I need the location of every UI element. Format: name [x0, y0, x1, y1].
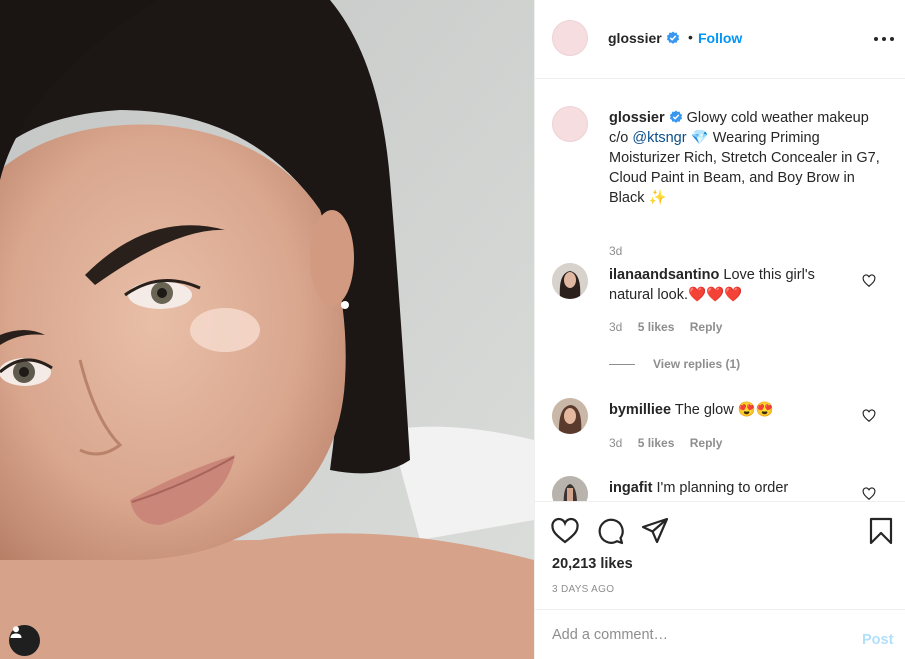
portrait-image: [0, 0, 534, 659]
avatar[interactable]: [552, 263, 588, 299]
comment-text: ingafit I'm planning to order: [609, 478, 849, 498]
post-header: glossier • Follow: [535, 0, 905, 79]
comment-likes[interactable]: 5 likes: [638, 320, 675, 334]
heart-icon[interactable]: [862, 487, 876, 501]
bookmark-icon[interactable]: [866, 516, 896, 546]
post-actions: 20,213 likes 3 DAYS AGO: [535, 501, 905, 609]
more-dot: [882, 37, 886, 41]
caption-text: glossier Glowy cold weather makeup c/o @…: [609, 108, 884, 208]
comment-meta: 3d 5 likes Reply: [609, 436, 734, 450]
comments-scroll[interactable]: glossier Glowy cold weather makeup c/o @…: [535, 80, 905, 501]
verified-badge-icon: [669, 110, 682, 123]
view-replies-label: View replies (1): [653, 357, 741, 371]
heart-icon[interactable]: [550, 516, 580, 546]
caption-username[interactable]: glossier: [609, 110, 665, 126]
hearts-emoji: ❤️❤️❤️: [688, 287, 743, 303]
post-sidebar: glossier • Follow glossier Glowy cold we…: [534, 0, 905, 659]
separator-dot: •: [688, 29, 693, 45]
comment-time[interactable]: 3d: [609, 436, 622, 450]
post-time-ago[interactable]: 3 DAYS AGO: [552, 584, 614, 595]
more-options-icon[interactable]: [874, 30, 894, 48]
reply-button[interactable]: Reply: [690, 436, 723, 450]
more-dot: [874, 37, 878, 41]
comment-username[interactable]: bymilliee: [609, 402, 671, 418]
header-username[interactable]: glossier: [608, 30, 680, 46]
comment-username[interactable]: ilanaandsantino: [609, 267, 719, 283]
verified-badge-icon: [666, 31, 679, 44]
likes-count[interactable]: 20,213 likes: [552, 556, 633, 572]
avatar[interactable]: [552, 476, 588, 501]
comment-icon[interactable]: [595, 516, 625, 546]
heart-icon[interactable]: [862, 409, 876, 423]
more-dot: [890, 37, 894, 41]
comment-body: I'm planning to order: [656, 480, 789, 496]
view-replies-button[interactable]: View replies (1): [609, 357, 740, 371]
comment-meta: 3d 5 likes Reply: [609, 320, 734, 334]
gem-emoji: 💎: [690, 130, 709, 146]
user-tag-icon[interactable]: [9, 625, 40, 656]
comment-input[interactable]: [552, 622, 842, 648]
comment-text: bymilliee The glow 😍😍: [609, 400, 849, 420]
avatar[interactable]: [552, 20, 588, 56]
comment-username[interactable]: ingafit: [609, 480, 653, 496]
comment-text: ilanaandsantino Love this girl's natural…: [609, 265, 849, 305]
add-comment-bar: Post: [535, 609, 905, 659]
avatar[interactable]: [552, 398, 588, 434]
share-icon[interactable]: [640, 516, 670, 546]
avatar[interactable]: [552, 106, 588, 142]
heart-eyes-emoji: 😍😍: [737, 402, 774, 418]
caption-mention-link[interactable]: @ktsngr: [632, 130, 686, 146]
caption-timestamp[interactable]: 3d: [609, 244, 622, 258]
post-photo[interactable]: [0, 0, 534, 659]
comment-likes[interactable]: 5 likes: [638, 436, 675, 450]
username-text[interactable]: glossier: [608, 30, 662, 46]
heart-icon[interactable]: [862, 274, 876, 288]
sparkles-emoji: ✨: [648, 190, 667, 206]
comment-time[interactable]: 3d: [609, 320, 622, 334]
follow-button[interactable]: Follow: [698, 30, 742, 46]
replies-line: [609, 364, 635, 366]
comment-body: The glow: [674, 402, 734, 418]
post-comment-button[interactable]: Post: [862, 632, 893, 648]
reply-button[interactable]: Reply: [690, 320, 723, 334]
